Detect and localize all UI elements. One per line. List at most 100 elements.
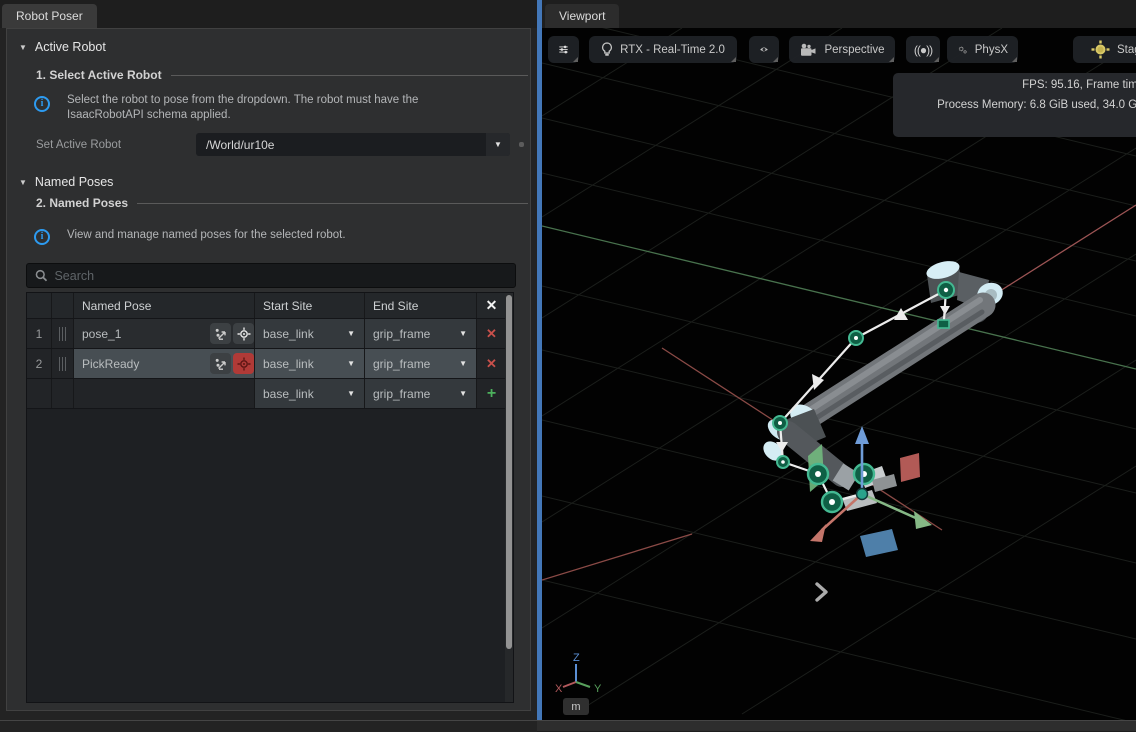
start-site-dropdown[interactable]: base_link ▼ [255,349,365,378]
stage-lighting-button[interactable]: Stage [1073,36,1136,63]
search-input[interactable] [54,269,507,283]
dropdown-arrow-box: ▼ [486,133,510,156]
end-site-value: grip_frame [373,327,430,341]
row-index: 2 [27,349,52,378]
table-scrollbar[interactable] [505,293,513,702]
info-icon: i [34,96,50,112]
table-row[interactable]: 1 pose_1 [27,319,506,349]
expand-chevron[interactable] [810,580,832,604]
stats-fps: FPS: 95.16, Frame time: 1 [893,75,1136,95]
crosshair-icon [237,327,251,341]
stats-memory: Process Memory: 6.8 GiB used, 34.0 GiB a [893,95,1136,115]
render-engine-label: RTX - Real-Time 2.0 [620,44,725,56]
active-robot-dropdown[interactable]: /World/ur10e ▼ [196,133,510,156]
delete-row-button[interactable]: ✕ [477,349,506,378]
named-poses-info-text: View and manage named poses for the sele… [67,228,497,243]
visibility-button[interactable] [749,36,779,63]
viewport-settings-button[interactable] [548,36,579,63]
divider-line [171,75,528,76]
camera-icon [799,43,817,57]
active-robot-title: Active Robot [35,40,106,54]
named-poses-collapse-header[interactable]: ▼ Named Poses [19,175,113,189]
gizmo-plane-handle-red[interactable] [900,453,920,482]
apply-pose-button[interactable] [210,353,231,374]
step-title: 1. Select Active Robot [36,68,162,82]
new-pose-name-cell[interactable] [74,379,255,408]
unit-button[interactable]: m [563,698,589,715]
record-pose-button[interactable] [233,323,254,344]
chevron-down-icon: ▼ [459,359,467,368]
physics-label: PhysX [975,44,1008,56]
end-site-dropdown[interactable]: grip_frame ▼ [365,379,477,408]
gears-icon [957,42,968,58]
record-pose-button-active[interactable] [233,353,254,374]
gizmo-x-arrowhead[interactable] [810,524,826,542]
tab-viewport-label: Viewport [559,9,605,23]
lightbulb-icon [601,42,613,57]
scrollbar-thumb[interactable] [506,295,512,649]
gizmo-plane-handle-blue[interactable] [860,529,898,557]
render-engine-button[interactable]: RTX - Real-Time 2.0 [589,36,737,63]
reset-field-dot[interactable] [519,142,524,147]
start-site-dropdown[interactable]: base_link ▼ [255,379,365,408]
physics-button[interactable]: PhysX [947,36,1018,63]
tab-robot-poser-label: Robot Poser [16,9,83,23]
set-active-robot-label: Set Active Robot [36,139,121,151]
viewport-panel: Viewport [542,0,1136,731]
delete-all-button[interactable]: ✕ [477,293,506,318]
header-index-cell [27,293,52,318]
named-poses-table: Named Pose Start Site End Site ✕ 1 pose_… [26,292,514,703]
pose-name-cell[interactable]: pose_1 [74,319,255,348]
add-row-button[interactable]: + [477,379,506,408]
row-index [27,379,52,408]
camera-label: Perspective [824,44,884,56]
table-new-row: base_link ▼ grip_frame ▼ + [27,379,506,409]
apply-pose-icon [214,357,228,371]
named-poses-title: Named Poses [35,175,114,189]
drag-handle[interactable] [52,319,74,348]
live-sync-button[interactable]: ((●)) [906,36,940,63]
delete-icon: ✕ [486,326,497,342]
delete-row-button[interactable]: ✕ [477,319,506,348]
info-icon: i [34,229,50,245]
named-poses-info-icon-wrap: i [34,226,50,245]
table-header-row: Named Pose Start Site End Site ✕ [27,293,506,319]
viewport-3d[interactable]: RTX - Real-Time 2.0 Perspective ((●)) [542,28,1136,720]
performance-stats-overlay: FPS: 95.16, Frame time: 1 Process Memory… [893,73,1136,137]
gizmo-origin[interactable] [857,489,868,500]
active-robot-collapse-header[interactable]: ▼ Active Robot [19,40,106,54]
active-robot-info-text: Select the robot to pose from the dropdo… [67,93,467,123]
viewport-tab-bar: Viewport [542,0,1136,28]
grip-bars-icon [59,327,66,341]
sun-icon [1091,40,1110,59]
named-poses-step: 2. Named Poses [36,196,528,210]
pose-name-cell[interactable]: PickReady [74,349,255,378]
end-site-dropdown[interactable]: grip_frame ▼ [365,319,477,348]
end-site-dropdown[interactable]: grip_frame ▼ [365,349,477,378]
divider-line [137,203,528,204]
drag-handle[interactable] [52,349,74,378]
table-row-selected[interactable]: 2 PickReady [27,349,506,379]
stats-extra: 6 [893,115,1136,135]
pose-search-box [26,263,516,288]
robot-poser-panel: Robot Poser ▼ Active Robot 1. Select Act… [0,0,537,731]
tab-robot-poser[interactable]: Robot Poser [2,4,97,28]
apply-pose-button[interactable] [210,323,231,344]
header-start-site: Start Site [255,293,365,318]
tab-viewport[interactable]: Viewport [545,4,619,28]
grip-cell-empty [52,379,74,408]
axis-gizmo-icon: Z X Y [552,650,612,698]
orientation-gizmo[interactable]: Z X Y [552,650,612,698]
clear-all-icon: ✕ [486,297,498,314]
row-index: 1 [27,319,52,348]
camera-button[interactable]: Perspective [789,36,895,63]
add-icon: + [487,385,496,403]
eye-icon [759,43,769,56]
chevron-down-icon: ▼ [347,389,355,398]
apply-pose-icon [214,327,228,341]
search-icon [35,269,47,282]
chevron-down-icon: ▼ [347,359,355,368]
select-active-robot-step: 1. Select Active Robot [36,68,528,82]
start-site-dropdown[interactable]: base_link ▼ [255,319,365,348]
start-site-value: base_link [263,357,314,371]
